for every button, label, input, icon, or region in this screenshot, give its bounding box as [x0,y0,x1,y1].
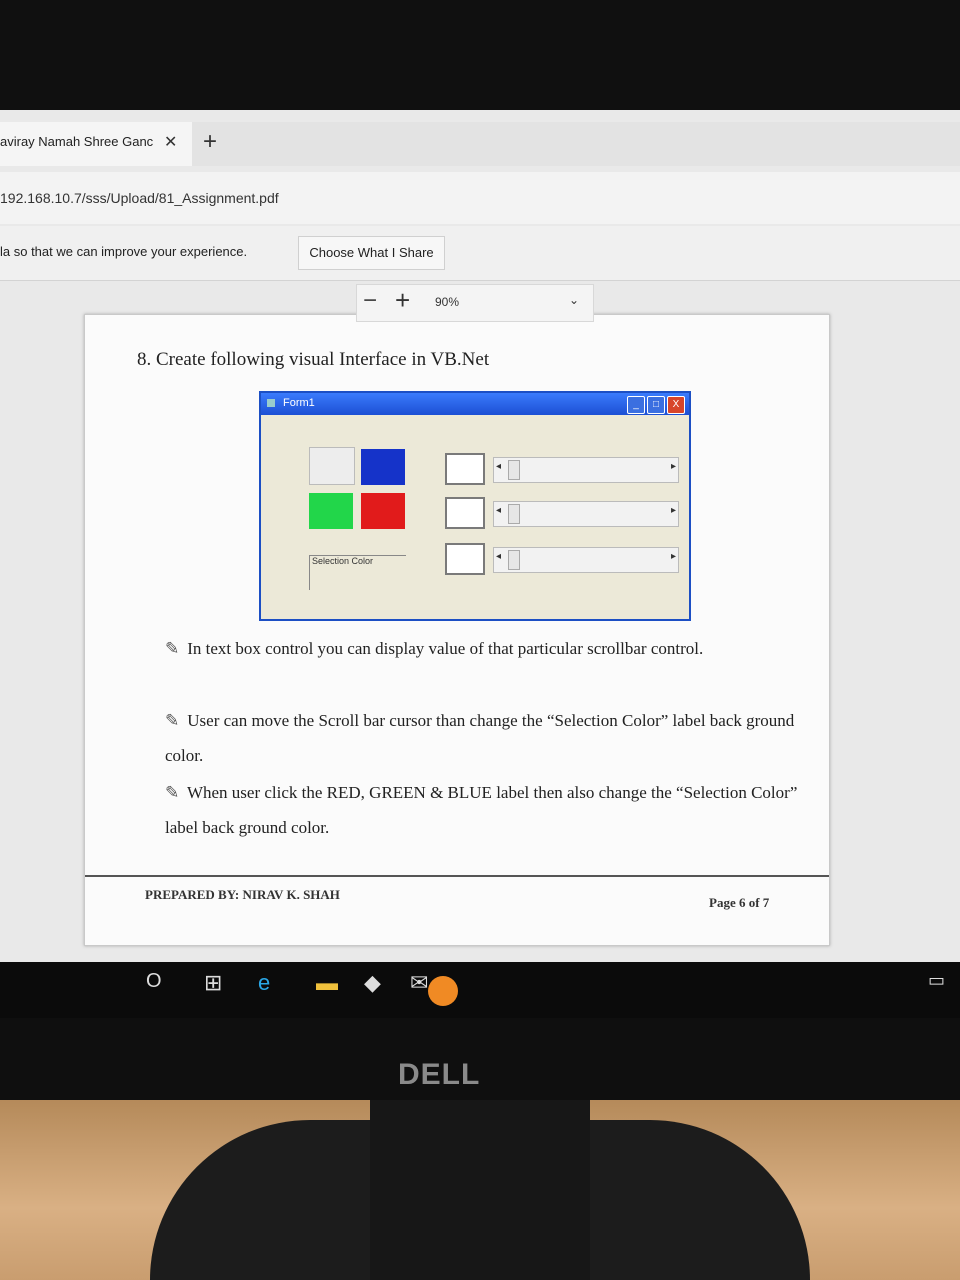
file-explorer-icon[interactable]: ▬ [316,970,338,996]
close-button: X [667,396,685,414]
scroll-right-icon: ▸ [670,461,676,472]
green-color-label [309,493,353,529]
blank-color-label [309,447,355,485]
edge-icon[interactable]: e [258,970,270,996]
dell-logo: DELL [398,1058,481,1091]
mail-icon[interactable]: ✉ [410,970,428,996]
bullet-text: When user click the RED, GREEN & BLUE la… [165,783,798,837]
pencil-bullet-icon: ✎ [165,711,180,730]
pencil-bullet-icon: ✎ [165,639,180,658]
question-heading: 8. Create following visual Interface in … [137,349,490,370]
store-icon[interactable]: ◆ [364,970,381,996]
scroll-thumb [508,550,520,570]
notifications-icon[interactable]: ▭ [928,970,945,991]
footer-author: PREPARED BY: NIRAV K. SHAH [145,887,340,902]
address-bar[interactable]: 192.168.10.7/sss/Upload/81_Assignment.pd… [0,172,960,224]
monitor-stand [370,1100,590,1280]
scroll-left-icon: ◂ [496,505,502,516]
scroll-thumb [508,504,520,524]
form-titlebar: Form1 _ □ X [261,393,689,415]
red-scrollbar: ◂ ▸ [493,457,679,483]
blue-value-textbox [445,543,485,575]
firefox-icon[interactable] [428,976,458,1006]
form-icon [267,399,275,407]
selection-color-text: Selection Color [312,556,374,566]
scroll-left-icon: ◂ [496,461,502,472]
pdf-page: 8. Create following visual Interface in … [84,314,830,946]
notification-bar: la so that we can improve your experienc… [0,226,960,281]
tab-title: aviray Namah Shree Ganc [0,134,154,149]
vb-form-window: Form1 _ □ X Selection Color ◂ ▸ ◂ ▸ ◂ ▸ [259,391,691,621]
bullet-item: ✎ User can move the Scroll bar cursor th… [165,703,825,773]
zoom-out-button[interactable]: − [363,287,377,315]
green-scrollbar: ◂ ▸ [493,501,679,527]
scroll-thumb [508,460,520,480]
choose-what-i-share-button[interactable]: Choose What I Share [298,236,445,270]
bullet-text: In text box control you can display valu… [187,639,704,658]
bullet-item: ✎ When user click the RED, GREEN & BLUE … [165,775,825,845]
blue-scrollbar: ◂ ▸ [493,547,679,573]
blue-color-label [361,449,405,485]
search-icon[interactable]: O [146,970,162,993]
pencil-bullet-icon: ✎ [165,783,180,802]
pdf-zoom-toolbar: − + 90% ⌄ [356,284,594,322]
new-tab-icon[interactable]: + [203,128,217,156]
notice-text: la so that we can improve your experienc… [0,244,248,259]
tab-close-icon[interactable]: ✕ [164,132,177,152]
minimize-button: _ [627,396,645,414]
bullet-item: ✎ In text box control you can display va… [165,631,825,666]
red-value-textbox [445,453,485,485]
scroll-right-icon: ▸ [670,551,676,562]
url-text[interactable]: 192.168.10.7/sss/Upload/81_Assignment.pd… [0,190,279,206]
red-color-label [361,493,405,529]
scroll-left-icon: ◂ [496,551,502,562]
footer-divider [85,875,829,877]
zoom-level-select[interactable]: 90% [435,295,459,309]
task-view-icon[interactable]: ⊞ [204,970,222,996]
browser-tab[interactable]: aviray Namah Shree Ganc ✕ [0,122,192,166]
green-value-textbox [445,497,485,529]
bullet-text: User can move the Scroll bar cursor than… [165,711,795,765]
taskbar: O ⊞ e ▬ ◆ ✉ ▭ [0,962,960,1018]
chevron-down-icon[interactable]: ⌄ [569,293,579,307]
selection-color-label: Selection Color [309,555,406,590]
screen: aviray Namah Shree Ganc ✕ + 192.168.10.7… [0,110,960,1018]
maximize-button: □ [647,396,665,414]
zoom-in-button[interactable]: + [395,285,410,316]
monitor-bezel-top [0,0,960,110]
scroll-right-icon: ▸ [670,505,676,516]
form-title: Form1 [283,397,315,409]
page-number: Page 6 of 7 [709,895,770,910]
tab-bar: aviray Namah Shree Ganc ✕ + [0,122,960,166]
